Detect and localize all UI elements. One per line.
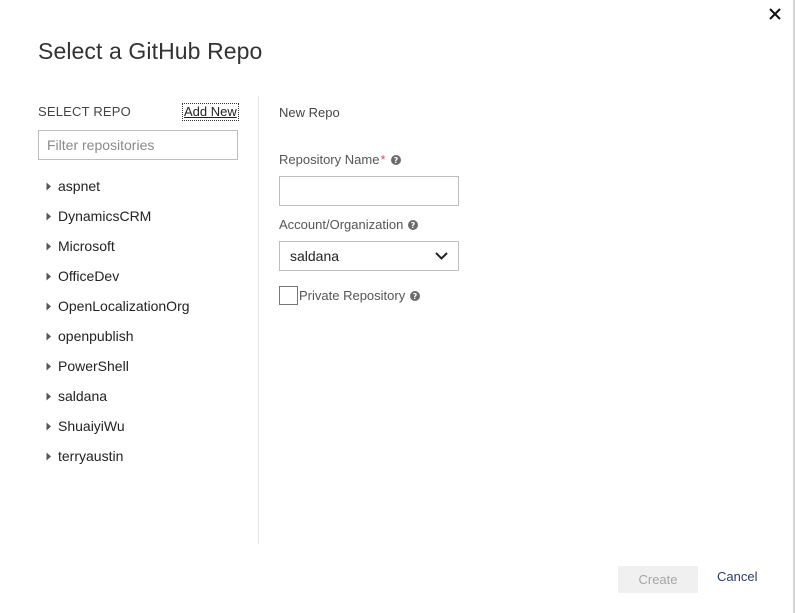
repo-item[interactable]: ShuaiyiWu <box>46 411 246 441</box>
repository-name-label-text: Repository Name <box>279 152 380 167</box>
repo-name: PowerShell <box>58 358 129 374</box>
account-selected-value: saldana <box>290 248 340 264</box>
repo-item[interactable]: aspnet <box>46 171 246 201</box>
repo-name: terryaustin <box>58 448 124 464</box>
caret-right-icon[interactable] <box>46 270 58 282</box>
repository-name-label: Repository Name * ? <box>279 152 401 167</box>
caret-right-icon[interactable] <box>46 390 58 402</box>
close-button[interactable] <box>763 3 787 25</box>
repo-item[interactable]: OfficeDev <box>46 261 246 291</box>
repo-name: Microsoft <box>58 238 115 254</box>
chevron-down-icon <box>435 247 448 265</box>
repo-name: ShuaiyiWu <box>58 418 125 434</box>
repo-item[interactable]: Microsoft <box>46 231 246 261</box>
repo-name: OpenLocalizationOrg <box>58 298 190 314</box>
account-organization-label-text: Account/Organization <box>279 217 404 232</box>
repo-name: DynamicsCRM <box>58 208 152 224</box>
svg-text:?: ? <box>413 292 418 301</box>
filter-repositories-input[interactable] <box>38 130 238 160</box>
caret-right-icon[interactable] <box>46 300 58 312</box>
close-icon <box>769 8 781 20</box>
select-repo-dialog: Select a GitHub Repo SELECT REPO Add New… <box>0 0 795 613</box>
cancel-button[interactable]: Cancel <box>717 569 757 584</box>
private-repository-label: Private Repository <box>299 288 406 303</box>
repo-item[interactable]: OpenLocalizationOrg <box>46 291 246 321</box>
caret-right-icon[interactable] <box>46 450 58 462</box>
help-icon[interactable]: ? <box>408 219 419 230</box>
repo-item[interactable]: openpublish <box>46 321 246 351</box>
help-icon[interactable]: ? <box>410 290 421 301</box>
caret-right-icon[interactable] <box>46 180 58 192</box>
svg-text:?: ? <box>411 221 416 230</box>
create-button[interactable]: Create <box>618 566 698 593</box>
caret-right-icon[interactable] <box>46 210 58 222</box>
required-marker: * <box>380 152 386 167</box>
repository-name-input[interactable] <box>279 176 459 206</box>
help-icon[interactable]: ? <box>390 154 401 165</box>
repo-item[interactable]: saldana <box>46 381 246 411</box>
repo-item[interactable]: terryaustin <box>46 441 246 471</box>
select-repo-label: SELECT REPO <box>38 104 131 119</box>
dialog-title: Select a GitHub Repo <box>38 38 263 64</box>
caret-right-icon[interactable] <box>46 360 58 372</box>
repo-item[interactable]: DynamicsCRM <box>46 201 246 231</box>
caret-right-icon[interactable] <box>46 420 58 432</box>
pane-divider <box>258 96 259 544</box>
caret-right-icon[interactable] <box>46 240 58 252</box>
account-organization-select[interactable]: saldana <box>279 241 459 271</box>
repo-list: aspnet DynamicsCRM Microsoft OfficeDev OpenL… <box>46 171 246 471</box>
account-organization-label: Account/Organization ? <box>279 217 419 232</box>
repo-name: OfficeDev <box>58 268 120 284</box>
caret-right-icon[interactable] <box>46 330 58 342</box>
repo-name: saldana <box>58 388 108 404</box>
svg-text:?: ? <box>393 156 398 165</box>
private-repository-row: Private Repository ? <box>279 286 421 305</box>
add-new-link[interactable]: Add New <box>182 103 239 121</box>
repo-item[interactable]: PowerShell <box>46 351 246 381</box>
new-repo-title: New Repo <box>279 105 340 120</box>
private-repository-checkbox[interactable] <box>279 286 298 305</box>
repo-name: openpublish <box>58 328 134 344</box>
repo-name: aspnet <box>58 178 101 194</box>
